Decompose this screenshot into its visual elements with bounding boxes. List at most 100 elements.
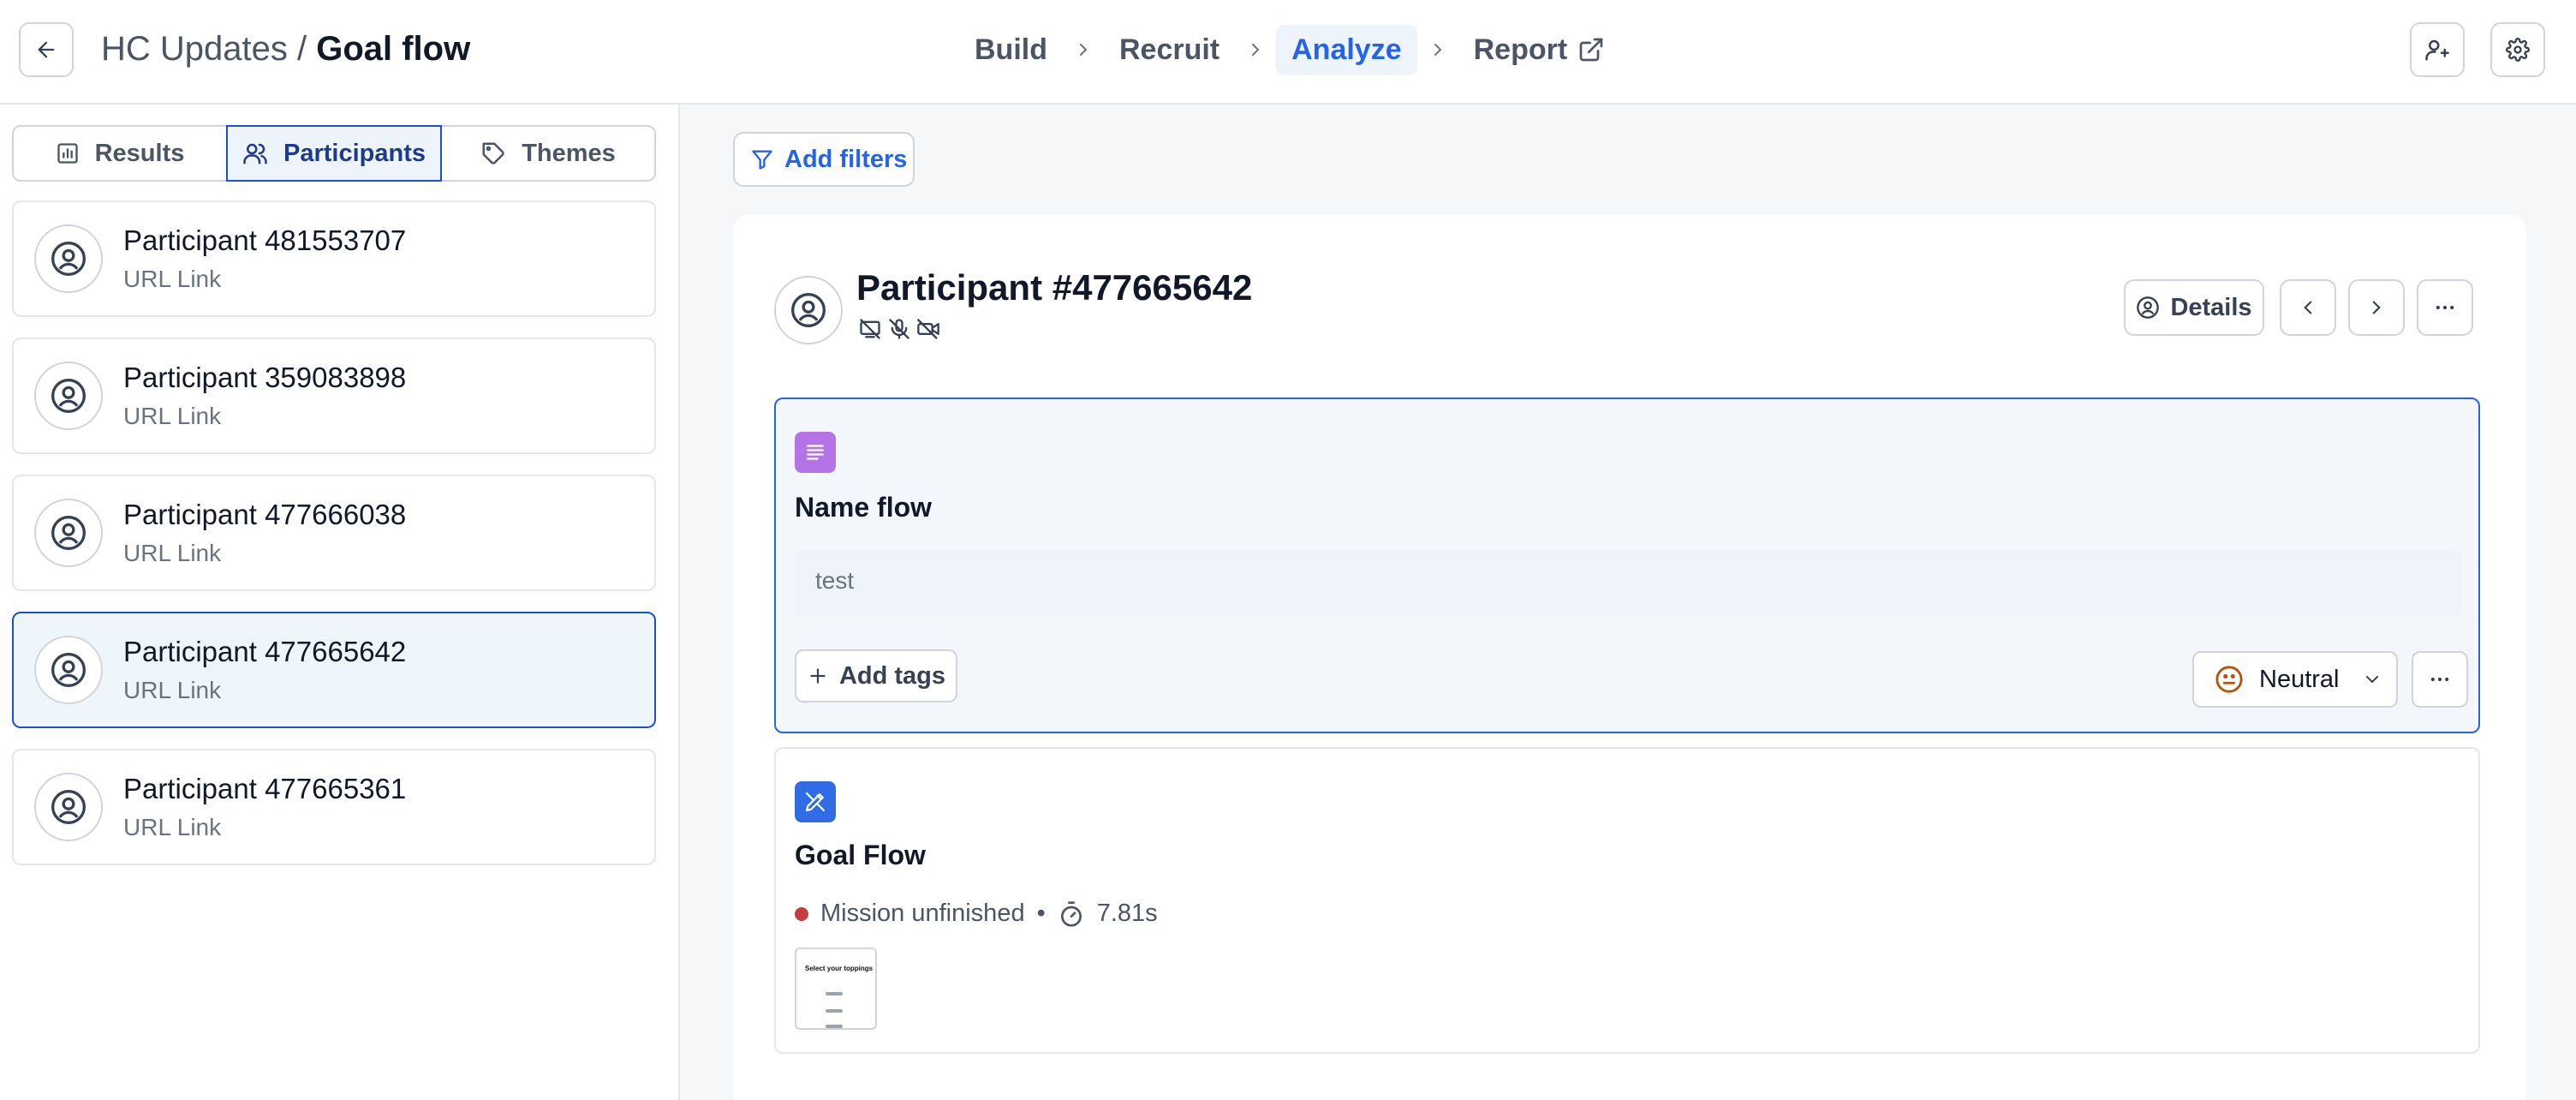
participant-name: Participant 481553707 bbox=[123, 224, 407, 256]
breadcrumb-current: Goal flow bbox=[316, 30, 471, 68]
chevron-right-icon bbox=[1063, 39, 1104, 60]
settings-button[interactable] bbox=[2490, 22, 2545, 77]
add-filters-label: Add filters bbox=[784, 145, 908, 173]
invite-user-button[interactable] bbox=[2410, 22, 2465, 77]
thumbnail-line bbox=[826, 992, 843, 995]
avatar bbox=[34, 636, 103, 704]
user-circle-icon bbox=[791, 293, 826, 327]
participant-source: URL Link bbox=[123, 266, 222, 292]
mic-off-icon bbox=[889, 319, 909, 339]
page-title: HC Updates / Goal flow bbox=[101, 27, 470, 70]
sentiment-value: Neutral bbox=[2259, 665, 2340, 693]
participant-title: Participant #477665642 bbox=[856, 267, 1253, 308]
main-content: Add filters Participant #477665642 Detai… bbox=[678, 105, 2576, 1100]
step-report-label: Report bbox=[1473, 33, 1568, 66]
participant-card[interactable]: Participant 477666038 URL Link bbox=[12, 475, 656, 591]
chevron-right-icon bbox=[1417, 39, 1458, 60]
pencil-ruler-icon bbox=[795, 781, 836, 822]
participant-name: Participant 477665642 bbox=[123, 636, 407, 667]
top-header: HC Updates / Goal flow Build Recruit Ana… bbox=[0, 0, 2576, 105]
user-circle-icon bbox=[51, 516, 86, 550]
user-circle-icon bbox=[51, 790, 86, 824]
participant-detail-panel: Participant #477665642 Details Name flow… bbox=[733, 214, 2526, 1100]
screen-off-icon bbox=[860, 319, 880, 339]
mission-status-row: Mission unfinished • 7.81s bbox=[795, 900, 1158, 928]
recording-thumbnail[interactable]: Select your toppings bbox=[795, 948, 877, 1030]
add-tags-label: Add tags bbox=[838, 661, 946, 690]
breadcrumb-parent[interactable]: HC Updates bbox=[101, 30, 288, 68]
sentiment-dropdown[interactable]: Neutral bbox=[2192, 651, 2398, 708]
step-report[interactable]: Report bbox=[1458, 25, 1621, 75]
more-options-button[interactable] bbox=[2417, 279, 2473, 336]
thumbnail-line bbox=[826, 1025, 843, 1028]
participant-card[interactable]: Participant 477665361 URL Link bbox=[12, 749, 656, 865]
step-recruit[interactable]: Recruit bbox=[1104, 25, 1235, 75]
tab-themes-label: Themes bbox=[522, 139, 616, 167]
arrow-left-icon bbox=[38, 41, 55, 58]
participant-source: URL Link bbox=[123, 814, 222, 840]
tag-icon bbox=[482, 142, 504, 164]
participant-card[interactable]: Participant 359083898 URL Link bbox=[12, 338, 656, 454]
user-circle-icon bbox=[51, 242, 86, 276]
next-participant-button[interactable] bbox=[2348, 279, 2405, 336]
name-flow-block[interactable]: Name flow test Add tags Neutral bbox=[774, 398, 2480, 733]
ellipsis-icon bbox=[2430, 677, 2449, 682]
chevron-right-icon bbox=[2372, 301, 2381, 314]
media-status bbox=[858, 317, 940, 341]
add-tags-button[interactable]: Add tags bbox=[795, 649, 957, 702]
response-text: test bbox=[795, 550, 2461, 617]
participant-source: URL Link bbox=[123, 540, 222, 566]
tab-results[interactable]: Results bbox=[14, 127, 226, 180]
chevron-right-icon bbox=[1235, 39, 1276, 60]
participant-source: URL Link bbox=[123, 677, 222, 703]
mission-status: Mission unfinished bbox=[820, 900, 1025, 927]
tab-results-label: Results bbox=[94, 139, 185, 167]
plus-icon bbox=[810, 668, 826, 684]
workflow-steps: Build Recruit Analyze Report bbox=[959, 21, 1620, 79]
back-button[interactable] bbox=[19, 22, 74, 77]
block-title: Name flow bbox=[795, 492, 933, 523]
details-button[interactable]: Details bbox=[2124, 279, 2264, 336]
avatar bbox=[34, 362, 103, 430]
chevron-left-icon bbox=[2304, 301, 2312, 314]
user-circle-icon bbox=[51, 653, 86, 687]
stopwatch-icon bbox=[1060, 900, 1082, 927]
tab-themes[interactable]: Themes bbox=[442, 127, 654, 180]
user-circle-icon bbox=[2137, 296, 2160, 319]
sidebar-tabs: Results Participants Themes bbox=[12, 125, 656, 182]
add-filters-button[interactable]: Add filters bbox=[733, 132, 915, 187]
user-plus-icon bbox=[2425, 39, 2449, 61]
status-bullet: • bbox=[1036, 900, 1046, 927]
previous-participant-button[interactable] bbox=[2280, 279, 2336, 336]
avatar bbox=[774, 276, 843, 344]
gear-icon bbox=[2506, 38, 2530, 62]
neutral-face-icon bbox=[2215, 666, 2243, 693]
bar-chart-icon bbox=[57, 143, 78, 164]
thumbnail-line bbox=[826, 1009, 843, 1013]
participant-list: Participant 481553707 URL Link Participa… bbox=[12, 200, 656, 886]
thumbnail-title: Select your toppings bbox=[805, 965, 874, 972]
participant-card[interactable]: Participant 481553707 URL Link bbox=[12, 200, 656, 317]
details-label: Details bbox=[2170, 293, 2252, 321]
avatar bbox=[34, 224, 103, 293]
breadcrumb-separator: / bbox=[287, 30, 317, 68]
step-analyze[interactable]: Analyze bbox=[1276, 24, 1417, 75]
step-build[interactable]: Build bbox=[959, 25, 1063, 75]
status-dot bbox=[795, 906, 808, 921]
avatar bbox=[34, 499, 103, 567]
users-icon bbox=[243, 143, 267, 164]
participant-source: URL Link bbox=[123, 403, 222, 429]
user-circle-icon bbox=[51, 379, 86, 413]
goal-flow-block[interactable]: Goal Flow Mission unfinished • 7.81s Sel… bbox=[774, 747, 2480, 1054]
participant-card-selected[interactable]: Participant 477665642 URL Link bbox=[12, 612, 656, 728]
tab-participants[interactable]: Participants bbox=[226, 125, 442, 182]
block-more-button[interactable] bbox=[2412, 651, 2468, 708]
participant-name: Participant 477665361 bbox=[123, 773, 407, 804]
ellipsis-icon bbox=[2436, 305, 2454, 310]
video-off-icon bbox=[917, 319, 939, 339]
chevron-down-icon bbox=[2365, 676, 2378, 684]
tab-participants-label: Participants bbox=[283, 139, 426, 167]
filter-icon bbox=[752, 150, 772, 170]
duration: 7.81s bbox=[1096, 900, 1158, 927]
external-link-icon bbox=[1579, 38, 1603, 62]
